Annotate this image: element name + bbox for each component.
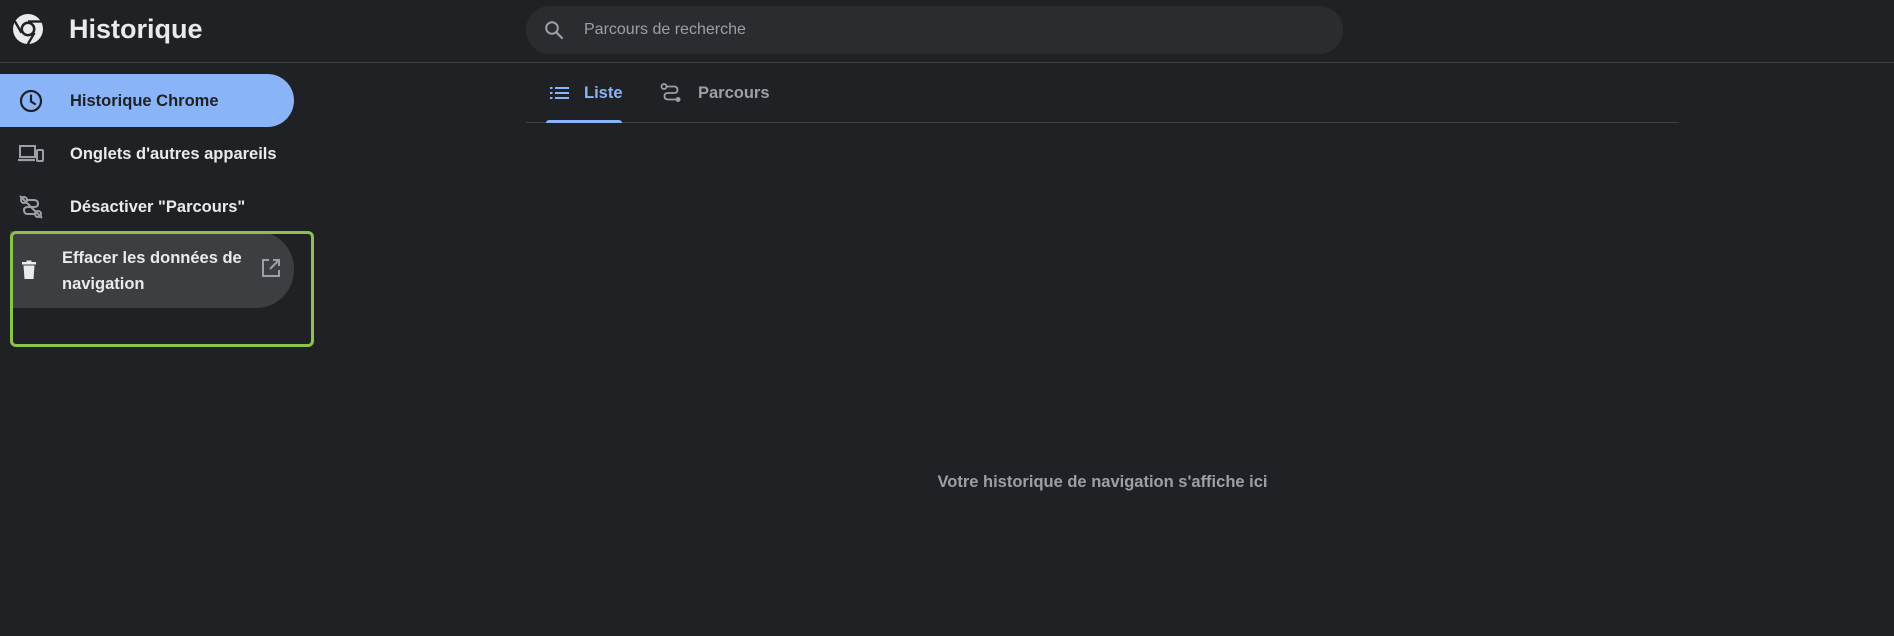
journeys-off-icon [19,195,43,219]
sidebar-item-chrome-history[interactable]: Historique Chrome [0,74,294,127]
devices-icon [18,145,44,162]
clock-icon [19,89,43,113]
chrome-logo-icon [13,14,43,45]
tab-label: Parcours [698,84,770,102]
search-input[interactable] [582,6,1322,54]
active-tab-indicator [546,120,622,123]
open-in-new-icon [262,259,280,277]
sidebar-item-other-devices[interactable]: Onglets d'autres appareils [0,127,294,180]
sidebar-item-disable-journeys[interactable]: Désactiver "Parcours" [0,180,294,233]
tab-label: Liste [584,84,623,102]
tab-bar: Liste Parcours [526,63,1679,123]
page-title: Historique [69,14,203,44]
tab-list[interactable]: Liste [546,63,623,123]
sidebar-item-label: Onglets d'autres appareils [70,144,277,163]
trash-icon [22,260,36,279]
search-icon [545,21,564,40]
sidebar: Historique Chrome Onglets d'autres appar… [0,63,320,636]
list-icon [550,87,569,99]
empty-state-message: Votre historique de navigation s'affiche… [937,473,1268,491]
sidebar-item-label: Effacer les données de navigation [62,249,242,293]
top-bar: Historique [0,0,1894,63]
sidebar-item-clear-browsing-data[interactable]: Effacer les données de navigation [10,231,294,308]
sidebar-item-label: Désactiver "Parcours" [70,197,246,216]
journeys-icon [660,83,681,102]
sidebar-item-label: Historique Chrome [70,91,219,110]
search-box[interactable] [526,6,1343,54]
tab-journeys[interactable]: Parcours [660,63,780,122]
